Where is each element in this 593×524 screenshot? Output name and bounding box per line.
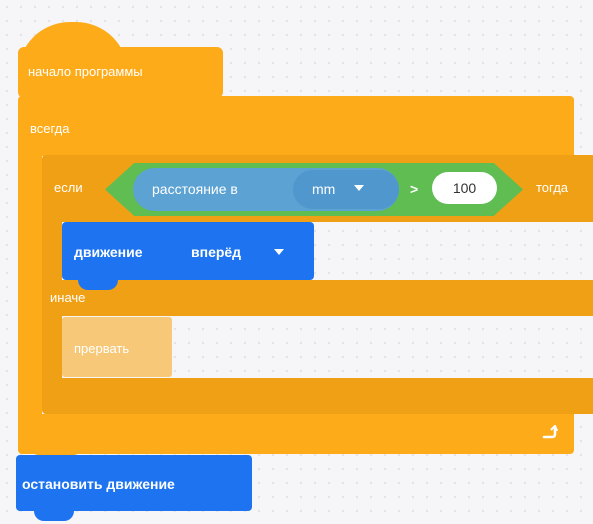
stop-block-label: остановить движение: [22, 476, 175, 492]
start-block-label: начало программы: [28, 64, 143, 79]
forever-block-footer: [18, 414, 574, 454]
if-label: если: [54, 180, 83, 195]
dropdown-caret-icon: [354, 185, 364, 191]
start-block[interactable]: начало программы: [18, 47, 223, 98]
distance-sensor-label: расстояние в: [152, 181, 238, 197]
threshold-value: 100: [452, 180, 477, 196]
else-section: иначе: [42, 280, 593, 316]
forever-block-label: всегда: [30, 121, 70, 136]
interrupt-block[interactable]: прервать: [62, 317, 172, 377]
unit-dropdown[interactable]: [293, 170, 399, 209]
direction-dropdown[interactable]: вперёд: [191, 245, 241, 259]
then-label: тогда: [536, 180, 569, 195]
stop-block-notch: [34, 511, 74, 521]
interrupt-block-label: прервать: [74, 341, 130, 356]
move-block-label: движение: [74, 244, 143, 260]
unit-dropdown-value: mm: [312, 181, 336, 197]
else-label: иначе: [50, 290, 86, 305]
operator-symbol: >: [410, 181, 419, 197]
move-block-notch: [78, 280, 118, 290]
forever-block[interactable]: всегда: [18, 96, 574, 156]
move-block[interactable]: движение вперёд: [62, 222, 314, 280]
if-else-block-footer: [42, 378, 593, 414]
code-workspace[interactable]: начало программы всегда если тогда иначе…: [0, 0, 593, 524]
dropdown-caret-icon: [274, 249, 284, 255]
loop-arrow-icon: [542, 424, 558, 439]
stop-block[interactable]: остановить движение: [16, 455, 252, 511]
forever-block-arm: [18, 150, 42, 420]
